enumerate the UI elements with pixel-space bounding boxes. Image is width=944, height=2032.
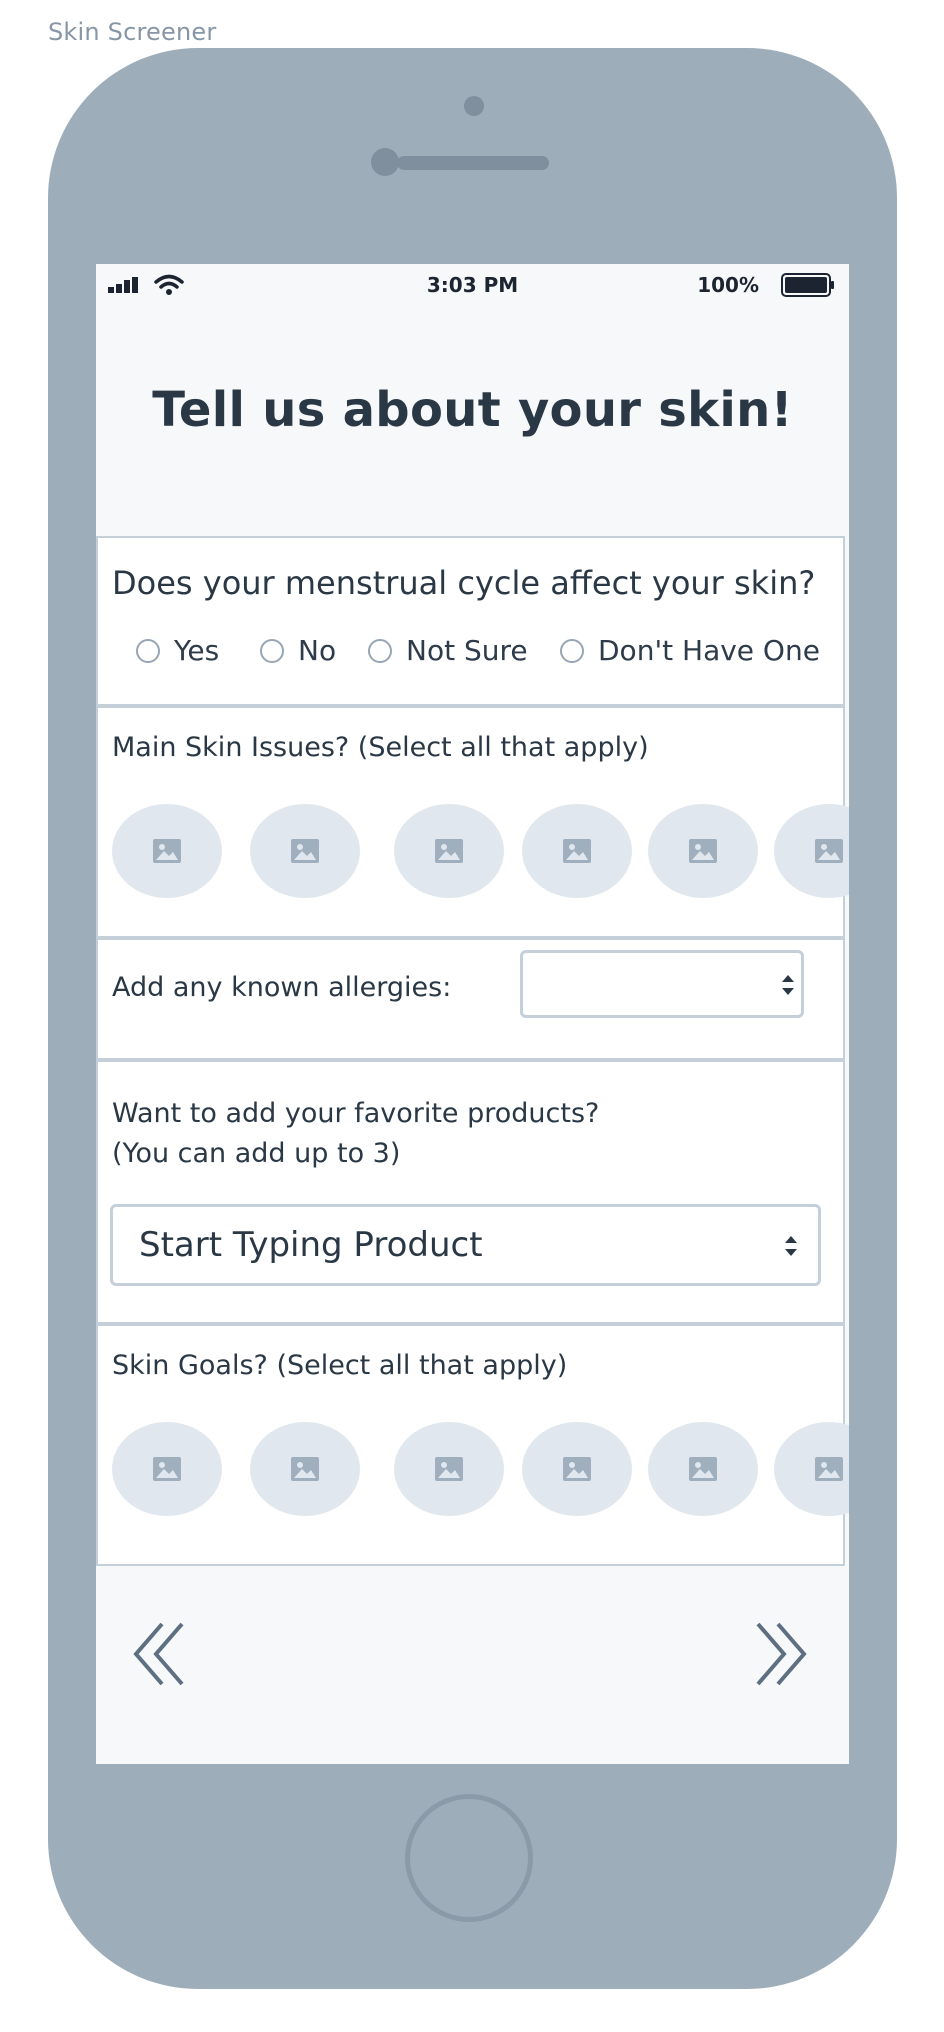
skin-goal-chip[interactable] — [648, 1422, 758, 1516]
allergies-select[interactable] — [520, 950, 804, 1018]
product-search-placeholder: Start Typing Product — [139, 1225, 483, 1265]
products-label-line2: (You can add up to 3) — [112, 1138, 401, 1169]
radio-label: Not Sure — [406, 634, 528, 667]
app-screen: 3:03 PM 100% Tell us about your skin! Do… — [96, 264, 849, 1764]
image-placeholder-icon — [563, 839, 591, 863]
image-placeholder-icon — [153, 839, 181, 863]
skin-goal-chip[interactable] — [394, 1422, 504, 1516]
skin-issues-label: Main Skin Issues? (Select all that apply… — [112, 732, 649, 763]
skin-issue-chip[interactable] — [394, 804, 504, 898]
skin-goals-label: Skin Goals? (Select all that apply) — [112, 1350, 568, 1381]
image-placeholder-icon — [153, 1457, 181, 1481]
radio-option-no[interactable]: No — [260, 634, 336, 667]
radio-label: No — [298, 634, 337, 667]
menstrual-cycle-section: Does your menstrual cycle affect your sk… — [96, 536, 845, 706]
front-sensor — [464, 96, 484, 116]
skin-goals-section: Skin Goals? (Select all that apply) — [96, 1324, 849, 1566]
favorite-products-section: Want to add your favorite products? (You… — [96, 1060, 845, 1324]
status-bar: 3:03 PM 100% — [96, 264, 849, 304]
radio-label: Yes — [174, 634, 220, 667]
radio-option-yes[interactable]: Yes — [136, 634, 219, 667]
radio-option-dont-have-one[interactable]: Don't Have One — [560, 634, 820, 667]
products-label-line1: Want to add your favorite products? — [112, 1098, 600, 1129]
image-placeholder-icon — [435, 839, 463, 863]
select-arrows-icon — [782, 975, 794, 995]
app-title: Skin Screener — [48, 18, 217, 46]
product-search-select[interactable]: Start Typing Product — [110, 1204, 821, 1286]
allergies-label: Add any known allergies: — [112, 972, 452, 1003]
allergies-section: Add any known allergies: — [96, 938, 845, 1060]
menstrual-question: Does your menstrual cycle affect your sk… — [112, 564, 816, 602]
image-placeholder-icon — [563, 1457, 591, 1481]
skin-issue-chip[interactable] — [774, 804, 849, 898]
battery-percentage: 100% — [697, 273, 759, 297]
home-button[interactable] — [405, 1794, 533, 1922]
radio-option-not-sure[interactable]: Not Sure — [368, 634, 528, 667]
page-title: Tell us about your skin! — [152, 382, 793, 438]
skin-goal-chip[interactable] — [522, 1422, 632, 1516]
skin-issue-chip[interactable] — [112, 804, 222, 898]
image-placeholder-icon — [291, 1457, 319, 1481]
double-chevron-left-icon[interactable] — [132, 1622, 192, 1686]
battery-icon — [781, 273, 834, 297]
image-placeholder-icon — [689, 839, 717, 863]
skin-goal-chip[interactable] — [250, 1422, 360, 1516]
skin-goal-chip[interactable] — [774, 1422, 849, 1516]
skin-goal-chip[interactable] — [112, 1422, 222, 1516]
earpiece-speaker — [397, 156, 549, 170]
skin-issue-chip[interactable] — [522, 804, 632, 898]
skin-issues-section: Main Skin Issues? (Select all that apply… — [96, 706, 849, 938]
double-chevron-right-icon[interactable] — [748, 1622, 808, 1686]
front-camera — [371, 148, 399, 176]
image-placeholder-icon — [689, 1457, 717, 1481]
image-placeholder-icon — [435, 1457, 463, 1481]
select-arrows-icon — [785, 1236, 797, 1256]
image-placeholder-icon — [815, 1457, 843, 1481]
image-placeholder-icon — [291, 839, 319, 863]
radio-circle[interactable] — [260, 638, 284, 663]
radio-label: Don't Have One — [598, 634, 820, 667]
image-placeholder-icon — [815, 839, 843, 863]
radio-circle[interactable] — [368, 638, 392, 663]
radio-circle[interactable] — [136, 638, 160, 663]
skin-issue-chip[interactable] — [250, 804, 360, 898]
radio-circle[interactable] — [560, 638, 584, 663]
skin-issue-chip[interactable] — [648, 804, 758, 898]
